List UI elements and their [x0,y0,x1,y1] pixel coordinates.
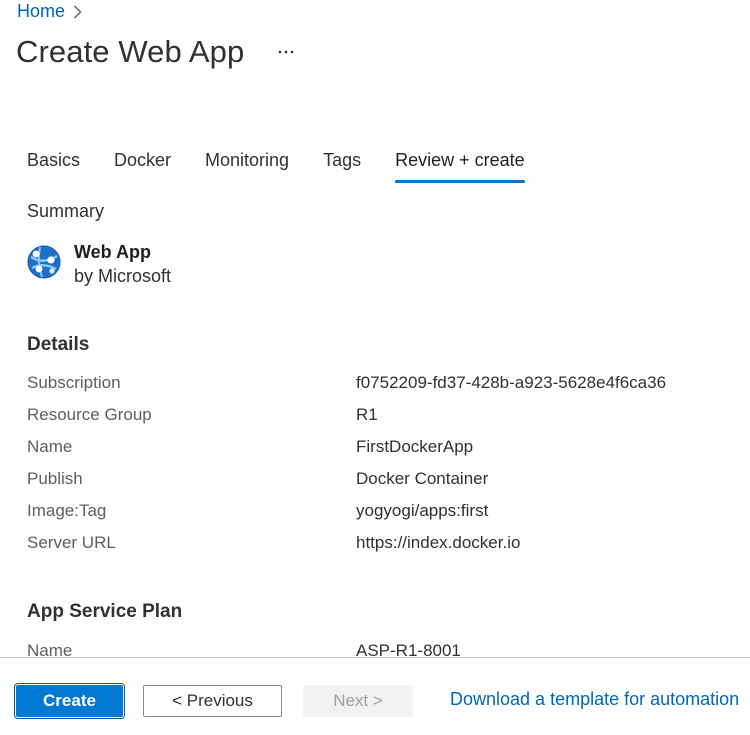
detail-row-resource-group: Resource Group R1 [27,405,727,437]
summary-label: Summary [27,201,105,221]
tab-review-create[interactable]: Review + create [395,147,525,183]
detail-value: yogyogi/apps:first [356,501,489,520]
more-options-button[interactable] [274,40,298,64]
detail-key: Subscription [27,373,121,392]
detail-key: Resource Group [27,405,152,424]
create-button[interactable]: Create [14,683,125,719]
detail-value: FirstDockerApp [356,437,474,456]
detail-value: f0752209-fd37-428b-a923-5628e4f6ca36 [356,373,667,392]
chevron-right-icon [73,3,85,21]
detail-row-publish: Publish Docker Container [27,469,727,501]
detail-row-subscription: Subscription f0752209-fd37-428b-a923-562… [27,373,727,405]
detail-key: Server URL [27,533,116,552]
details-heading: Details [27,334,90,355]
detail-key: Name [27,437,73,456]
page-title: Create Web App [16,34,245,69]
next-button: Next > [303,685,413,717]
create-web-app-page: Home Create Web App Basics Docker Monito… [0,0,750,735]
more-icon [279,50,294,54]
detail-value: R1 [356,405,378,424]
detail-value: Docker Container [356,469,489,488]
breadcrumb-home-link[interactable]: Home [17,1,65,22]
footer-bar: Create < Previous Next > Download a temp… [0,657,750,735]
tab-tags[interactable]: Tags [323,147,361,183]
product-name: Web App [74,242,151,262]
tab-monitoring[interactable]: Monitoring [205,147,289,183]
tab-docker[interactable]: Docker [114,147,171,183]
tab-basics[interactable]: Basics [27,147,80,183]
title-row: Create Web App [16,34,298,70]
previous-button[interactable]: < Previous [143,685,282,717]
detail-key: Publish [27,469,83,488]
detail-row-server-url: Server URL https://index.docker.io [27,533,727,565]
breadcrumb: Home [17,1,85,22]
detail-key: Image:Tag [27,501,107,520]
product-vendor: by Microsoft [74,266,172,286]
web-app-icon [27,245,61,279]
detail-row-image-tag: Image:Tag yogyogi/apps:first [27,501,727,533]
wizard-tabs: Basics Docker Monitoring Tags Review + c… [27,147,559,183]
product-summary: Web App by Microsoft [27,240,171,288]
detail-value: https://index.docker.io [356,533,521,552]
download-template-link[interactable]: Download a template for automation [450,689,739,710]
detail-row-name: Name FirstDockerApp [27,437,727,469]
app-service-plan-heading: App Service Plan [27,601,183,622]
